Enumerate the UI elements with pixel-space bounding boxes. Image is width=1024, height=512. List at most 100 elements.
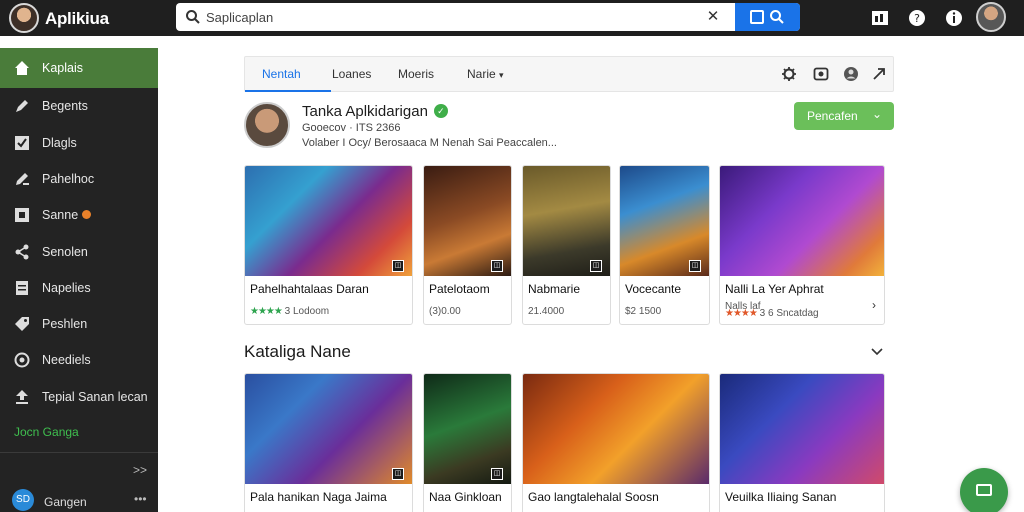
camera-icon[interactable] [813, 66, 829, 82]
game-card[interactable]: ◫ Nabmarie 21.4000 [522, 165, 611, 325]
sidebar-item-label: Peshlen [42, 317, 88, 331]
game-title: Pala hanikan Naga Jaima [250, 490, 387, 504]
sidebar-item-label: Begents [42, 99, 88, 113]
game-cover-art [245, 166, 412, 276]
sidebar-item-label: Senolen [42, 245, 88, 259]
expand-icon: ◫ [491, 260, 503, 272]
tab-1[interactable]: Loanes [332, 67, 371, 81]
home-icon [15, 61, 29, 75]
expand-icon: ◫ [491, 468, 503, 480]
tab-3[interactable]: Narie ▾ [467, 67, 504, 81]
more-icon[interactable]: ••• [134, 492, 147, 506]
game-title: Vocecante [625, 282, 682, 296]
search-input[interactable] [206, 6, 686, 28]
game-meta: 21.4000 [528, 306, 565, 317]
game-cover-art [720, 374, 884, 484]
sidebar-item-label: Pahelhoc [42, 172, 95, 186]
sidebar-item-4[interactable]: Sanne [0, 195, 158, 235]
game-cover-art [245, 374, 412, 484]
profile-circle-icon[interactable] [843, 66, 859, 82]
sidebar-item-6[interactable]: Napelies [0, 268, 158, 308]
share-icon [15, 244, 29, 260]
game-card[interactable]: ◫ Patelotaom (3)0.00 [423, 165, 512, 325]
sidebar-item-label: Dlagls [42, 136, 77, 150]
search-icon [770, 10, 784, 24]
check-box-icon [15, 136, 29, 150]
app-title: Aplikiua [45, 9, 109, 28]
sidebar-item-5[interactable]: Senolen [0, 232, 158, 272]
rating-stars: ★★★★ [250, 306, 283, 317]
clock-icon [14, 352, 30, 368]
game-title: Nabmarie [528, 282, 581, 296]
pen-icon [16, 100, 28, 112]
expand-icon: ◫ [689, 260, 701, 272]
game-meta: $2 1500 [625, 306, 662, 317]
active-tab-indicator [245, 90, 331, 92]
follow-button[interactable]: Pencafen ⌄ [794, 102, 894, 130]
store-icon[interactable] [870, 8, 890, 28]
sidebar-item-7[interactable]: Peshlen [0, 304, 158, 344]
game-title: Veuilka Iliaing Sanan [725, 490, 837, 504]
share-arrow-icon[interactable] [871, 66, 887, 82]
info-icon[interactable] [944, 8, 964, 28]
edit-icon [16, 173, 29, 185]
user-avatar[interactable] [976, 2, 1006, 32]
game-title: Pahelhahtalaas Daran [250, 282, 369, 296]
sidebar: Kaplais Begents Dlagls Pahelhoc Sanne Se… [0, 48, 158, 512]
sidebar-item-label: Napelies [42, 281, 91, 295]
tab-2[interactable]: Moeris [398, 67, 434, 81]
search-icon [186, 10, 200, 24]
tab-bar: Nentah Loanes Moeris Narie ▾ [244, 56, 894, 92]
game-title: Nalli La Yer Aphrat [725, 282, 824, 296]
chevron-down-icon: ⌄ [872, 107, 883, 121]
game-cover-art [720, 166, 884, 276]
sidebar-item-1[interactable]: Begents [0, 86, 158, 126]
game-title: Gao langtalehalal Soosn [528, 490, 659, 504]
clear-search-icon[interactable]: ✕ [704, 8, 722, 26]
sidebar-item-3[interactable]: Pahelhoc [0, 159, 158, 199]
footer-app-icon: SD [12, 489, 34, 511]
collapse-sidebar-icon[interactable]: >> [133, 463, 147, 477]
expand-icon: ◫ [590, 260, 602, 272]
profile-avatar[interactable] [244, 102, 290, 148]
game-card[interactable]: Nalli La Yer Aphrat Nalls laf ★★★★ 3 6 S… [719, 165, 885, 325]
sidebar-item-8[interactable]: Neediels [0, 340, 158, 380]
footer-label[interactable]: Gangen [44, 495, 87, 509]
game-card[interactable]: Veuilka Iliaing Sanan [719, 373, 885, 512]
game-card[interactable]: Gao langtalehalal Soosn [522, 373, 710, 512]
game-meta: (3)0.00 [429, 306, 461, 317]
sidebar-item-0[interactable]: Kaplais [0, 48, 158, 88]
sidebar-item-label: Kaplais [42, 61, 83, 75]
document-icon [16, 281, 28, 295]
svg-text:?: ? [914, 12, 920, 25]
help-icon[interactable]: ? [907, 8, 927, 28]
game-title: Naa Ginkloan [429, 490, 502, 504]
sidebar-item-2[interactable]: Dlagls [0, 123, 158, 163]
game-card[interactable]: ◫ Naa Ginkloan [423, 373, 512, 512]
tag-icon [15, 317, 29, 331]
sidebar-item-label: Sanne [42, 208, 92, 222]
game-card[interactable]: ◫ Vocecante $2 1500 [619, 165, 710, 325]
verified-badge-icon: ✓ [433, 104, 448, 118]
rating-stars: ★★★★ [725, 308, 758, 319]
game-card[interactable]: ◫ Pahelhahtalaas Daran ★★★★ 3 Lodoom [244, 165, 413, 325]
main-content: Nentah Loanes Moeris Narie ▾ Tanka Aplki… [158, 36, 1024, 512]
tab-0[interactable]: Nentah [262, 67, 301, 81]
chevron-right-icon[interactable]: › [872, 298, 876, 312]
settings-icon[interactable] [781, 66, 797, 82]
search-button[interactable] [735, 3, 800, 31]
expand-icon: ◫ [392, 260, 404, 272]
join-group-link[interactable]: Jocn Ganga [14, 425, 79, 439]
upload-icon [16, 390, 28, 404]
game-card[interactable]: ◫ Pala hanikan Naga Jaima [244, 373, 413, 512]
sidebar-item-label: Tepial Sanan lecan [42, 390, 148, 404]
sidebar-item-label: Neediels [42, 353, 91, 367]
section-title: Kataliga Nane [244, 342, 351, 361]
game-meta: ★★★★ 3 6 Sncatdag [725, 308, 819, 319]
top-bar: Aplikiua ✕ ? [0, 0, 1024, 36]
search-box: ✕ [176, 3, 800, 31]
sidebar-item-9[interactable]: Tepial Sanan lecan [0, 377, 158, 417]
chevron-down-icon[interactable] [870, 344, 884, 358]
game-meta: ★★★★ 3 Lodoom [250, 306, 330, 317]
chat-fab-button[interactable] [960, 468, 1008, 512]
